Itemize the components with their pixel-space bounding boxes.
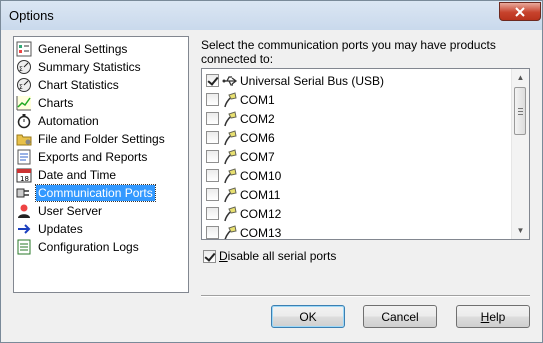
port-list-item[interactable]: COM10 xyxy=(206,166,281,185)
nav-item[interactable]: Communication Ports xyxy=(15,184,156,202)
nav-item[interactable]: Configuration Logs xyxy=(15,238,141,256)
nav-item[interactable]: User Server xyxy=(15,202,104,220)
plug-icon xyxy=(16,185,32,201)
arrow-right-icon xyxy=(16,221,32,237)
nav-item[interactable]: Updates xyxy=(15,220,85,238)
serial-cable-icon xyxy=(222,186,238,203)
serial-cable-icon xyxy=(222,91,238,108)
serial-cable-icon xyxy=(222,148,238,165)
serial-cable-icon xyxy=(222,205,238,222)
ports-prompt: Select the communication ports you may h… xyxy=(201,38,496,66)
user-server-icon xyxy=(16,203,32,219)
folder-icon xyxy=(16,131,32,147)
port-checkbox[interactable] xyxy=(206,112,219,125)
port-label: COM10 xyxy=(240,168,282,183)
nav-item[interactable]: Automation xyxy=(15,112,101,130)
dialog-body: General Settings Σ Summary Statistics Σ Char… xyxy=(7,30,536,336)
port-label: COM2 xyxy=(240,111,275,126)
port-checkbox[interactable] xyxy=(206,169,219,182)
port-list-item[interactable]: COM1 xyxy=(206,90,275,109)
port-list-item[interactable]: COM11 xyxy=(206,185,280,204)
port-label: COM1 xyxy=(240,92,275,107)
scroll-up-arrow[interactable]: ▲ xyxy=(512,69,529,86)
nav-item[interactable]: File and Folder Settings xyxy=(15,130,167,148)
line-chart-icon xyxy=(16,95,32,111)
serial-cable-icon xyxy=(222,167,238,184)
port-checkbox[interactable] xyxy=(206,207,219,220)
nav-item-label: Summary Statistics xyxy=(38,60,141,74)
stopwatch-icon xyxy=(16,113,32,129)
port-list-item[interactable]: COM6 xyxy=(206,128,275,147)
port-label: COM7 xyxy=(240,149,275,164)
title-bar[interactable]: Options xyxy=(1,1,542,30)
ok-button[interactable]: OK xyxy=(271,305,345,328)
svg-text:Σ: Σ xyxy=(19,66,23,73)
calendar-icon: 18 xyxy=(16,167,32,183)
port-label: COM12 xyxy=(240,206,282,221)
port-checkbox[interactable] xyxy=(206,131,219,144)
stats-dial-icon: Σ xyxy=(16,59,32,75)
port-label: COM6 xyxy=(240,130,275,145)
checklist-icon xyxy=(16,41,32,57)
nav-item-label: File and Folder Settings xyxy=(38,132,165,146)
port-checkbox[interactable] xyxy=(206,93,219,106)
serial-cable-icon xyxy=(222,110,238,127)
nav-item-label: General Settings xyxy=(38,42,128,56)
stats-dial-icon: Σ xyxy=(16,77,32,93)
options-dialog: Options General Settings Σ Summary Statist… xyxy=(0,0,543,343)
window-title: Options xyxy=(9,8,54,23)
disable-serial-ports-checkbox[interactable]: Disable all serial ports xyxy=(203,249,336,263)
port-checkbox[interactable] xyxy=(206,188,219,201)
nav-item[interactable]: Exports and Reports xyxy=(15,148,149,166)
usb-icon xyxy=(222,73,238,89)
close-button[interactable] xyxy=(499,2,541,21)
port-list-item[interactable]: COM7 xyxy=(206,147,275,166)
port-label: COM13 xyxy=(240,225,282,240)
nav-item-label: Automation xyxy=(38,114,99,128)
help-button[interactable]: Help xyxy=(456,305,530,328)
port-checkbox[interactable] xyxy=(206,226,219,239)
svg-text:Σ: Σ xyxy=(19,84,23,91)
scroll-thumb[interactable] xyxy=(514,87,526,135)
ports-scrollbar[interactable]: ▲ ▼ xyxy=(511,69,529,239)
nav-item-label: Updates xyxy=(38,222,83,236)
port-list-item[interactable]: COM2 xyxy=(206,109,275,128)
port-label: COM11 xyxy=(240,187,281,202)
nav-item[interactable]: 18 Date and Time xyxy=(15,166,118,184)
nav-item-label: Exports and Reports xyxy=(38,150,148,164)
nav-item-label: Charts xyxy=(38,96,74,110)
nav-item-label: Date and Time xyxy=(38,168,117,182)
serial-cable-icon xyxy=(222,224,238,239)
nav-item-label: Communication Ports xyxy=(35,184,156,202)
nav-item-label: Chart Statistics xyxy=(38,78,119,92)
report-icon xyxy=(16,149,32,165)
port-list-item[interactable]: Universal Serial Bus (USB) xyxy=(206,71,384,90)
nav-item-label: User Server xyxy=(38,204,103,218)
serial-cable-icon xyxy=(222,129,238,146)
port-label: Universal Serial Bus (USB) xyxy=(240,73,385,88)
separator xyxy=(201,295,530,297)
log-icon xyxy=(16,239,32,255)
port-checkbox[interactable] xyxy=(206,74,219,87)
nav-item[interactable]: Σ Chart Statistics xyxy=(15,76,121,94)
port-list-item[interactable]: COM12 xyxy=(206,204,281,223)
disable-serial-label: Disable all serial ports xyxy=(219,249,337,263)
nav-item-label: Configuration Logs xyxy=(38,240,139,254)
nav-item[interactable]: General Settings xyxy=(15,40,129,58)
port-list-item[interactable]: COM13 xyxy=(206,223,282,240)
nav-item[interactable]: Charts xyxy=(15,94,75,112)
svg-text:18: 18 xyxy=(20,175,29,183)
disable-serial-checkbox-box[interactable] xyxy=(203,249,216,263)
ports-list[interactable]: COM13 COM12 COM11 COM10 COM7 COM6 COM2 COM1 Univ… xyxy=(201,68,530,240)
close-icon xyxy=(515,6,525,17)
options-category-list[interactable]: General Settings Σ Summary Statistics Σ Char… xyxy=(13,36,189,293)
port-checkbox[interactable] xyxy=(206,150,219,163)
nav-item[interactable]: Σ Summary Statistics xyxy=(15,58,143,76)
scroll-down-arrow[interactable]: ▼ xyxy=(512,222,529,239)
cancel-button[interactable]: Cancel xyxy=(363,305,437,328)
